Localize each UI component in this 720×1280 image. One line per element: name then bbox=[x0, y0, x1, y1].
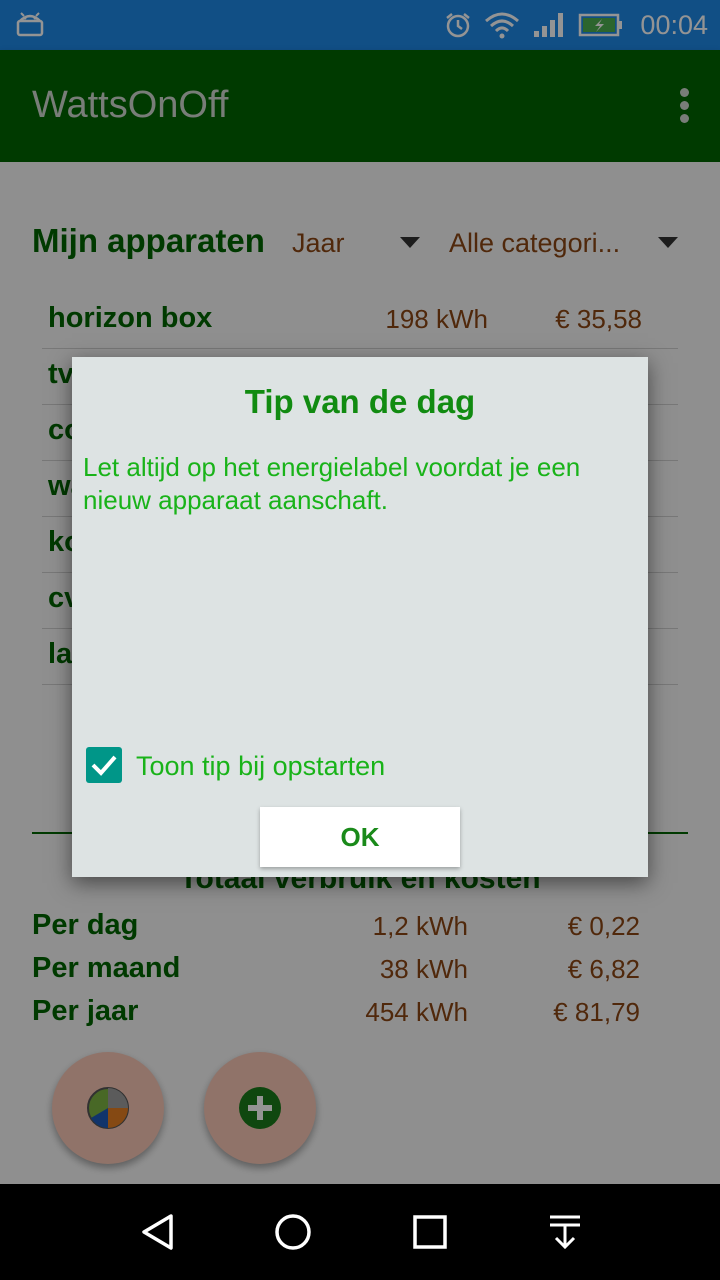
back-icon[interactable] bbox=[138, 1212, 178, 1252]
navigation-bar bbox=[0, 1184, 720, 1280]
show-tip-checkbox[interactable] bbox=[86, 747, 122, 783]
ok-button[interactable]: OK bbox=[260, 807, 460, 867]
recents-icon[interactable] bbox=[410, 1212, 450, 1252]
dialog-message: Let altijd op het energielabel voordat j… bbox=[83, 452, 581, 515]
checkmark-icon bbox=[91, 755, 117, 776]
home-icon[interactable] bbox=[273, 1212, 313, 1252]
notifications-pull-icon[interactable] bbox=[545, 1212, 585, 1252]
show-tip-checkbox-label[interactable]: Toon tip bij opstarten bbox=[136, 751, 385, 782]
dialog-title: Tip van de dag bbox=[244, 383, 476, 420]
tip-dialog: Tip van de dag Let altijd op het energie… bbox=[72, 357, 648, 877]
